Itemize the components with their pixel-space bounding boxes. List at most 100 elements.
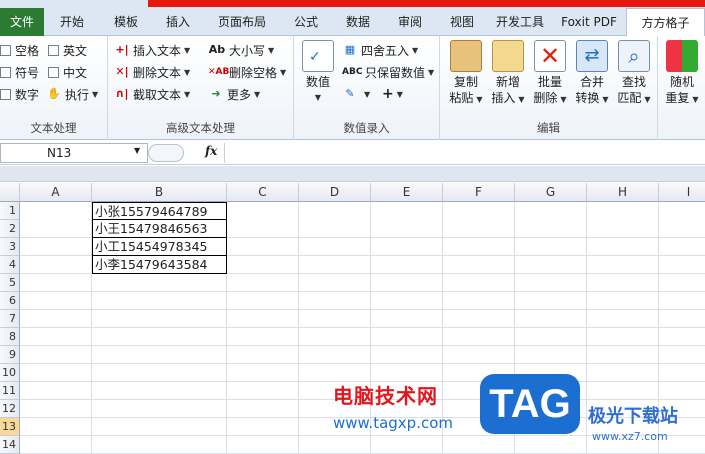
merge-convert-button[interactable]: ⇄ 合并 转换 ▼ <box>570 40 614 108</box>
checkbox-icon <box>48 44 59 56</box>
checkbox-icon <box>0 88 11 100</box>
chevron-down-icon: ▼ <box>518 95 525 104</box>
row-header[interactable]: 9 <box>0 346 20 364</box>
select-all-corner[interactable] <box>0 183 20 202</box>
arrow-right-icon: ➜ <box>211 87 221 100</box>
delete-space-button[interactable]: ✕AB 删除空格 ▼ <box>208 62 286 82</box>
row-header[interactable]: 1 <box>0 202 20 220</box>
tab-view[interactable]: 视图 <box>436 8 488 36</box>
column-header[interactable]: A <box>20 183 92 202</box>
checkbox-english[interactable]: 英文 <box>48 40 87 60</box>
find-match-button[interactable]: ⌕ 查找 匹配 ▼ <box>612 40 656 108</box>
row-header[interactable]: 3 <box>0 238 20 256</box>
row-header[interactable]: 5 <box>0 274 20 292</box>
delete-icon: ✕ <box>534 40 566 72</box>
checkbox-space[interactable]: 空格 <box>0 40 39 60</box>
checkbox-symbol[interactable]: 符号 <box>0 62 39 82</box>
number-button[interactable]: ✓ 数值 ▼ <box>296 40 340 106</box>
add-insert-button[interactable]: 新增 插入 ▼ <box>486 40 530 108</box>
chevron-down-icon: ▼ <box>396 89 403 99</box>
extract-text-icon: ∩| <box>115 87 129 100</box>
title-strip <box>148 0 705 7</box>
row-header-selected[interactable]: 13 <box>0 418 20 436</box>
row-header[interactable]: 2 <box>0 220 20 238</box>
case-button[interactable]: Ab 大小写 ▼ <box>208 40 274 60</box>
column-header[interactable]: F <box>443 183 515 202</box>
column-header[interactable]: I <box>659 183 705 202</box>
formula-bar-separator <box>0 166 705 182</box>
execute-button[interactable]: ✋ 执行 ▼ <box>46 84 98 104</box>
chevron-down-icon: ▼ <box>602 95 609 104</box>
number-icon: ✓ <box>302 40 334 72</box>
plus-button[interactable]: + ▼ <box>382 84 403 104</box>
row-header[interactable]: 4 <box>0 256 20 274</box>
chevron-down-icon: ▼ <box>254 89 261 99</box>
delete-space-icon: ✕AB <box>208 67 230 77</box>
random-repeat-button[interactable]: 随机 重复 ▼ <box>660 40 704 108</box>
name-box[interactable]: N13 <box>0 143 148 163</box>
cell-b2[interactable]: 小王15479846563 <box>92 220 227 238</box>
chevron-down-icon: ▼ <box>268 45 275 55</box>
gridline <box>20 363 705 364</box>
row-header[interactable]: 7 <box>0 310 20 328</box>
gridline <box>20 327 705 328</box>
insert-text-icon: +| <box>115 43 129 56</box>
group-label: 文本处理 <box>30 121 77 135</box>
ribbon-tabs: 文件 开始 模板 插入 页面布局 公式 数据 审阅 视图 开发工具 Foxit … <box>0 8 705 37</box>
delete-text-button[interactable]: ✕| 删除文本 ▼ <box>114 62 190 82</box>
watermark-url: www.tagxp.com <box>333 414 453 432</box>
batch-delete-button[interactable]: ✕ 批量 删除 ▼ <box>528 40 572 108</box>
group-text-processing: 空格 英文 符号 中文 数字 ✋ 执行 ▼ 文本处理 <box>0 36 108 140</box>
keep-values-button[interactable]: ABC 只保留数值 ▼ <box>342 62 434 82</box>
tab-review[interactable]: 审阅 <box>384 8 436 36</box>
column-header[interactable]: E <box>371 183 443 202</box>
case-icon: Ab <box>208 43 226 56</box>
row-header[interactable]: 14 <box>0 436 20 454</box>
tab-formulas[interactable]: 公式 <box>280 8 332 36</box>
clipboard-icon <box>450 40 482 72</box>
tab-home[interactable]: 开始 <box>44 8 100 36</box>
round-button[interactable]: ▦ 四舍五入 ▼ <box>342 40 418 60</box>
tab-fangfang-gezi[interactable]: 方方格子 <box>626 8 705 37</box>
tab-file[interactable]: 文件 <box>0 8 44 36</box>
checkbox-chinese[interactable]: 中文 <box>48 62 87 82</box>
column-header[interactable]: G <box>515 183 587 202</box>
tab-page-layout[interactable]: 页面布局 <box>204 8 280 36</box>
formula-bar: N13 ▼ fx <box>0 141 705 165</box>
watermark-site-url: www.xz7.com <box>592 430 668 443</box>
insert-text-button[interactable]: +| 插入文本 ▼ <box>114 40 190 60</box>
row-header[interactable]: 10 <box>0 364 20 382</box>
chevron-down-icon[interactable]: ▼ <box>134 146 140 155</box>
column-header[interactable]: B <box>92 183 227 202</box>
cell-b1[interactable]: 小张15579464789 <box>92 202 227 220</box>
tab-data[interactable]: 数据 <box>332 8 384 36</box>
tab-foxit-pdf[interactable]: Foxit PDF <box>552 8 626 36</box>
row-header[interactable]: 6 <box>0 292 20 310</box>
checkbox-number[interactable]: 数字 <box>0 84 39 104</box>
tag-logo: TAG <box>480 374 580 434</box>
column-header[interactable]: C <box>227 183 299 202</box>
tab-template[interactable]: 模板 <box>100 8 152 36</box>
column-header[interactable]: D <box>299 183 371 202</box>
tab-developer[interactable]: 开发工具 <box>488 8 552 36</box>
tab-insert[interactable]: 插入 <box>152 8 204 36</box>
group-number-entry: ✓ 数值 ▼ ▦ 四舍五入 ▼ ABC 只保留数值 ▼ ✎ ▼ + ▼ 数值录入 <box>294 36 440 140</box>
row-header[interactable]: 12 <box>0 400 20 418</box>
ribbon-tab-bar: 文件 开始 模板 插入 页面布局 公式 数据 审阅 视图 开发工具 Foxit … <box>0 0 705 37</box>
more-button[interactable]: ➜ 更多 ▼ <box>208 84 260 104</box>
copy-paste-button[interactable]: 复制 粘贴 ▼ <box>444 40 488 108</box>
fx-icon[interactable]: fx <box>205 144 217 158</box>
watermark-site-name: 极光下载站 <box>588 406 678 427</box>
chevron-down-icon: ▼ <box>92 89 99 99</box>
magnifier-icon: ⌕ <box>618 40 650 72</box>
formula-input[interactable] <box>224 143 705 163</box>
extract-text-button[interactable]: ∩| 截取文本 ▼ <box>114 84 191 104</box>
formula-zoom-slider[interactable] <box>148 144 184 162</box>
row-header[interactable]: 11 <box>0 382 20 400</box>
edit-entry-button[interactable]: ✎ ▼ <box>342 84 370 104</box>
column-header[interactable]: H <box>587 183 659 202</box>
chevron-down-icon: ▼ <box>364 89 371 99</box>
cell-b4[interactable]: 小李15479643584 <box>92 256 227 274</box>
cell-b3[interactable]: 小工15454978345 <box>92 238 227 256</box>
row-header[interactable]: 8 <box>0 328 20 346</box>
